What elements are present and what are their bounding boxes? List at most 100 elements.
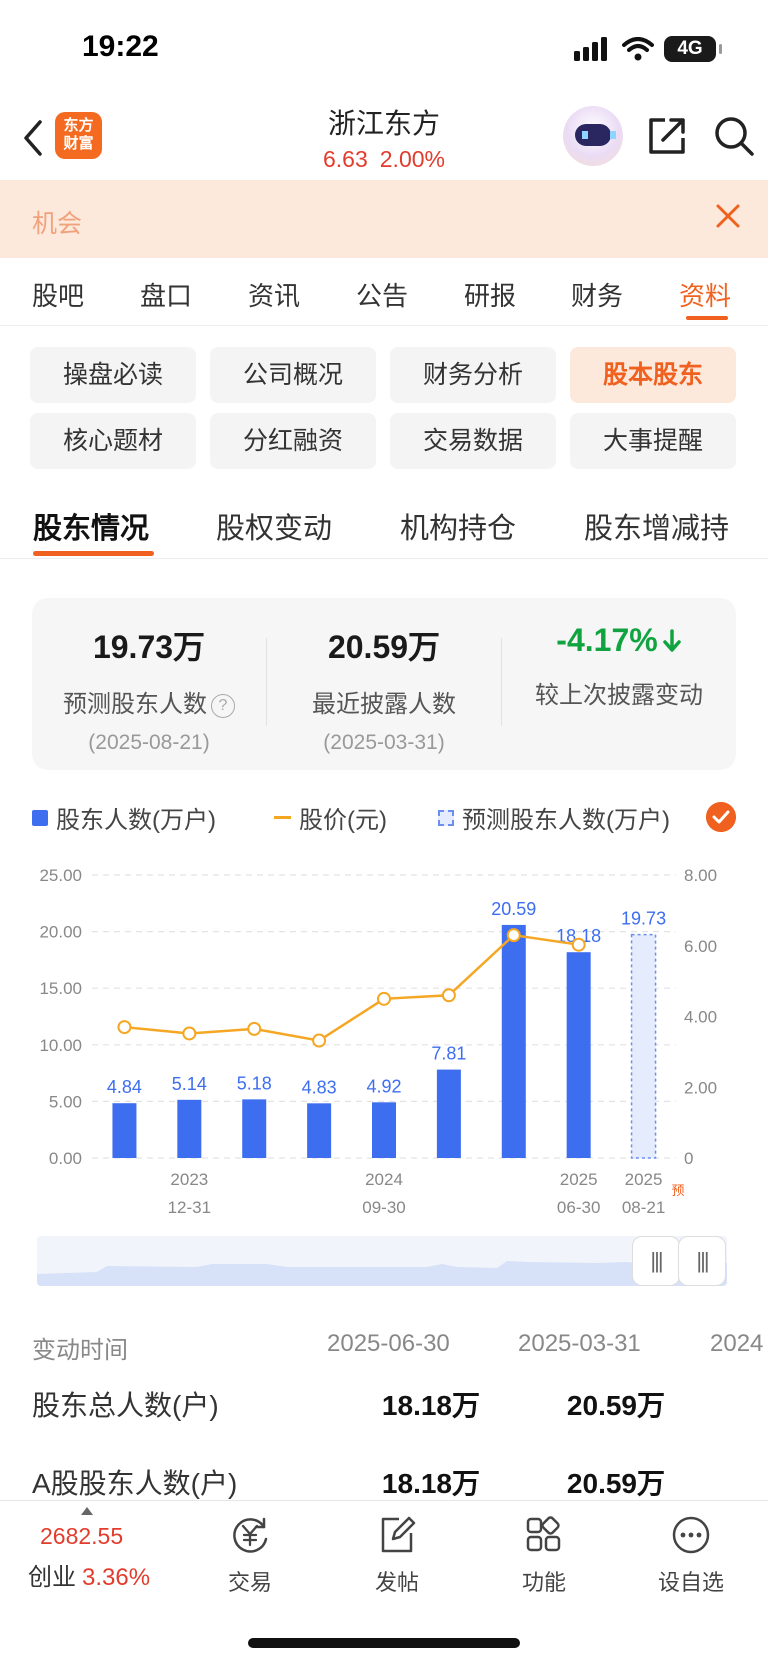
nav-bar: 东方 财富 浙江东方 6.63 2.00%	[0, 100, 768, 180]
index-ticker[interactable]: 创业 3.36%	[28, 1557, 150, 1592]
y-axis-right-tick: 4.00	[684, 1008, 717, 1027]
share-icon[interactable]	[645, 114, 689, 158]
arrow-down-icon	[662, 629, 681, 652]
bar-value-label: 4.84	[107, 1077, 142, 1097]
tab-research[interactable]: 研报	[464, 276, 516, 313]
grid-company-overview[interactable]: 公司概况	[210, 347, 376, 403]
bottom-label: 发帖	[374, 1570, 419, 1595]
divider	[0, 558, 768, 559]
row-label: A股股东人数(户)	[32, 1468, 238, 1499]
y-axis-left-tick: 20.00	[39, 923, 82, 942]
x-axis-date: 06-30	[557, 1198, 600, 1217]
bar-value-label: 7.81	[431, 1044, 466, 1064]
legend-bars[interactable]: 股东人数(万户)	[32, 800, 216, 835]
scroller-handle-right[interactable]: |||	[678, 1236, 726, 1286]
subtab-institutions[interactable]: 机构持仓	[400, 505, 516, 547]
y-axis-right-tick: 0	[684, 1149, 693, 1168]
bar-value-label: 4.92	[366, 1076, 401, 1096]
x-axis-date: 12-31	[168, 1198, 211, 1217]
index-name: 创业	[28, 1564, 76, 1591]
stats-card: 19.73万 预测股东人数? (2025-08-21) 20.59万 最近披露人…	[32, 598, 736, 770]
subtab-holding-changes[interactable]: 股东增减持	[584, 505, 729, 547]
bar-value-label: 5.18	[237, 1073, 272, 1093]
legend-price[interactable]: 股价(元)	[274, 800, 387, 835]
price-point	[506, 928, 521, 943]
edit-icon	[381, 1516, 416, 1553]
main-tabs: 股吧 盘口 资讯 公告 研报 财务 资料	[0, 258, 768, 326]
chart-bar	[307, 1103, 332, 1158]
bottom-label: 交易	[227, 1570, 272, 1595]
grid-shareholders[interactable]: 股本股东	[570, 347, 736, 403]
y-axis-left-tick: 0.00	[49, 1149, 82, 1168]
check-icon[interactable]	[706, 802, 736, 832]
grid-events[interactable]: 大事提醒	[570, 413, 736, 469]
tab-announcements[interactable]: 公告	[356, 276, 408, 313]
grid-core-themes[interactable]: 核心题材	[30, 413, 196, 469]
functions-button[interactable]: 功能	[494, 1513, 594, 1597]
price-point	[441, 988, 456, 1003]
bottom-label: 功能	[521, 1570, 566, 1595]
stock-price: 6.63	[323, 146, 368, 172]
help-icon[interactable]: ?	[211, 694, 235, 718]
x-axis-year: 2023	[170, 1170, 208, 1189]
table-header-date: 2025-06-30	[327, 1330, 450, 1357]
chart-bar	[436, 1069, 461, 1158]
search-icon[interactable]	[712, 114, 756, 158]
close-icon[interactable]	[712, 200, 744, 232]
scroller-handle-left[interactable]: |||	[632, 1236, 680, 1286]
index-pct: 3.36%	[82, 1564, 151, 1591]
y-axis-left-tick: 10.00	[39, 1036, 82, 1055]
price-point	[247, 1021, 262, 1036]
chart-bar	[112, 1103, 137, 1158]
status-bar: 19:22 4G	[0, 0, 768, 100]
range-scroller[interactable]	[37, 1236, 727, 1286]
stat-change: -4.17% 较上次披露变动	[502, 598, 736, 710]
y-axis-left-tick: 5.00	[49, 1092, 82, 1111]
table-row: A股股东人数(户) 18.18万 20.59万	[0, 1462, 768, 1502]
subtab-shareholders[interactable]: 股东情况	[33, 505, 149, 547]
tab-news[interactable]: 资讯	[248, 276, 300, 313]
bar-value-label: 19.73	[621, 909, 666, 929]
subtab-equity-changes[interactable]: 股权变动	[216, 505, 332, 547]
grid-trading-data[interactable]: 交易数据	[390, 413, 556, 469]
signal-icon	[574, 37, 607, 61]
x-axis-year: 2025	[560, 1170, 598, 1189]
opportunity-banner[interactable]: 机会	[0, 180, 768, 258]
table-header-date: 2024	[710, 1330, 764, 1357]
chart-bar	[242, 1099, 267, 1158]
more-circle-icon	[672, 1516, 710, 1554]
post-button[interactable]: 发帖	[347, 1513, 447, 1597]
index-price[interactable]: 2682.55	[40, 1523, 123, 1550]
banner-text: 机会	[32, 210, 83, 238]
tab-profile[interactable]: 资料	[679, 276, 731, 313]
legend-label: 股东人数(万户)	[56, 807, 216, 834]
y-axis-right-tick: 6.00	[684, 937, 717, 956]
row-value: 18.18万	[381, 1390, 480, 1421]
y-axis-right-tick: 2.00	[684, 1078, 717, 1097]
bar-value-label: 4.83	[302, 1077, 337, 1097]
tab-pankou[interactable]: 盘口	[140, 276, 192, 313]
grid-apps-icon	[526, 1516, 561, 1552]
stat-forecast: 19.73万 预测股东人数? (2025-08-21)	[32, 598, 266, 755]
grid-dividends[interactable]: 分红融资	[210, 413, 376, 469]
chart-bar	[177, 1099, 202, 1158]
table-row: 股东总人数(户) 18.18万 20.59万	[0, 1384, 768, 1428]
row-value: 20.59万	[566, 1390, 665, 1421]
grid-financial-analysis[interactable]: 财务分析	[390, 347, 556, 403]
trade-button[interactable]: 交易	[200, 1513, 300, 1597]
price-point	[377, 991, 391, 1006]
ai-assistant-avatar[interactable]	[563, 106, 623, 166]
legend-forecast[interactable]: 预测股东人数(万户)	[438, 800, 670, 835]
price-point	[571, 937, 586, 952]
stat-latest: 20.59万 最近披露人数 (2025-03-31)	[267, 598, 501, 755]
wifi-icon	[622, 37, 654, 61]
tab-finance[interactable]: 财务	[571, 276, 623, 313]
grid-trading-guide[interactable]: 操盘必读	[30, 347, 196, 403]
legend-swatch	[32, 809, 48, 826]
tab-guba[interactable]: 股吧	[32, 276, 84, 313]
chart-legend: 股东人数(万户) 股价(元) 预测股东人数(万户)	[32, 800, 742, 836]
caret-up-icon[interactable]	[81, 1507, 93, 1515]
active-tab-indicator	[686, 316, 728, 320]
add-watchlist-button[interactable]: 设自选	[641, 1513, 741, 1597]
legend-swatch	[438, 809, 454, 826]
